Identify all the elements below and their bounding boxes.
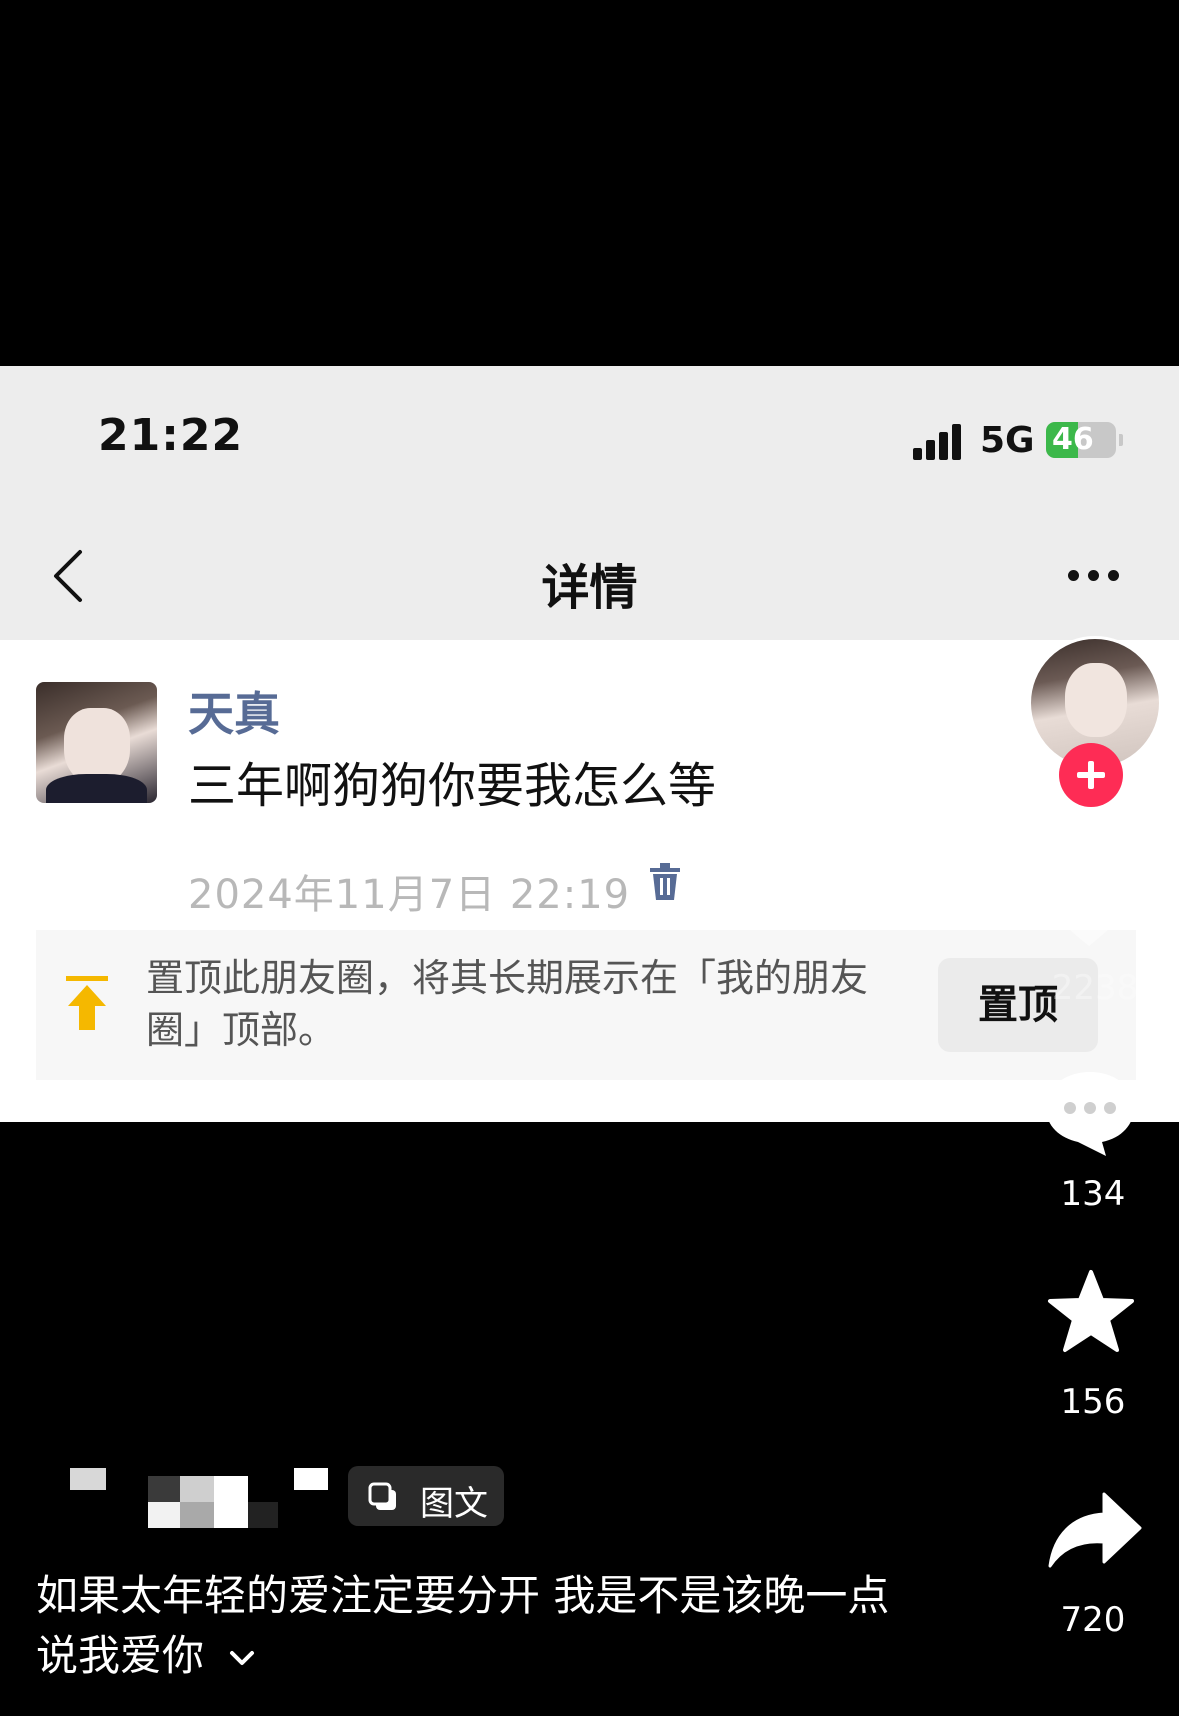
- post-username[interactable]: 天真: [188, 678, 280, 744]
- image-text-icon: [368, 1482, 396, 1510]
- more-icon[interactable]: [1064, 568, 1124, 584]
- battery-level: 46: [1052, 422, 1094, 457]
- avatar[interactable]: [36, 682, 157, 803]
- moment-post: 天真 三年啊狗狗你要我怎么等 2024年11月7日 22:19 置顶此朋友圈，将…: [0, 640, 1179, 1122]
- share-count: 720: [1060, 1600, 1126, 1640]
- tag-label: 图文: [420, 1484, 488, 1524]
- share-icon[interactable]: [1046, 1490, 1144, 1570]
- post-content: 三年啊狗狗你要我怎么等: [188, 758, 717, 814]
- caption: 如果太年轻的爱注定要分开 我是不是该晚一点说我爱你: [36, 1566, 916, 1686]
- image-text-tag[interactable]: 图文: [348, 1466, 504, 1526]
- page-title: 详情: [541, 560, 638, 616]
- heart-icon[interactable]: [1040, 860, 1138, 950]
- status-bar: 21:22 5G 46: [0, 366, 1179, 516]
- comment-icon[interactable]: [1042, 1068, 1138, 1158]
- signal-icon: [913, 424, 965, 460]
- post-timestamp: 2024年11月7日 22:19: [188, 872, 631, 918]
- pin-top-icon: [66, 976, 108, 1030]
- favorite-count: 156: [1060, 1382, 1126, 1422]
- embedded-screenshot: 21:22 5G 46 详情 天真 三年啊狗狗你要我怎么等 2024年11月7日…: [0, 366, 1179, 1122]
- caption-text: 如果太年轻的爱注定要分开 我是不是该晚一点说我爱你: [36, 1571, 890, 1680]
- plus-icon[interactable]: [1059, 743, 1123, 807]
- chevron-down-icon[interactable]: [227, 1649, 257, 1669]
- pin-description: 置顶此朋友圈，将其长期展示在「我的朋友圈」顶部。: [146, 956, 869, 1052]
- status-time: 21:22: [98, 410, 244, 461]
- pin-banner: 置顶此朋友圈，将其长期展示在「我的朋友圈」顶部。 置顶: [36, 930, 1136, 1080]
- battery-icon: 46: [1046, 422, 1123, 458]
- comment-count: 134: [1060, 1174, 1126, 1214]
- blurred-author-name: [70, 1468, 336, 1528]
- star-icon[interactable]: [1046, 1268, 1136, 1356]
- navigation-bar: 详情: [0, 516, 1179, 640]
- network-type: 5G: [980, 420, 1035, 461]
- trash-icon[interactable]: [648, 862, 682, 902]
- like-count: 2238: [1051, 968, 1139, 1008]
